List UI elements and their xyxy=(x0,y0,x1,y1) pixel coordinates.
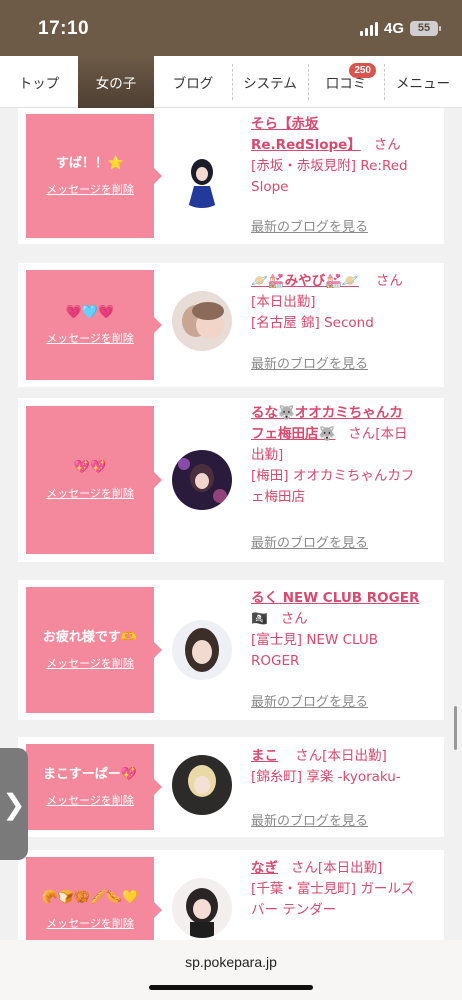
nav-blog[interactable]: ブログ xyxy=(154,56,232,108)
shop-info: [梅田] オオカミちゃんカフ xyxy=(251,468,415,484)
avatar[interactable] xyxy=(172,148,232,208)
latest-blog-link[interactable]: 最新のブログを見る xyxy=(251,532,368,551)
latest-blog-link[interactable]: 最新のブログを見る xyxy=(251,810,368,829)
list-item: 💖💖 メッセージを削除 るな🐺オオカミちゃんカ フェ梅田店🐺 さん[本日 出勤]… xyxy=(18,398,444,562)
message-text: 💗🩵💗 xyxy=(65,305,115,320)
nav-girls[interactable]: 女の子 xyxy=(78,56,154,108)
shop-info: [名古屋 錦] Second xyxy=(251,315,374,331)
nav-label: ブログ xyxy=(172,76,214,92)
nav-system[interactable]: システム xyxy=(232,56,308,108)
girl-name[interactable]: るく NEW CLUB ROGER xyxy=(251,590,419,606)
side-drawer-handle[interactable]: ❯ xyxy=(0,748,28,860)
honorific: さん xyxy=(373,137,401,153)
nav-reviews[interactable]: 口コミ 250 xyxy=(308,56,384,108)
top-nav: トップ 女の子 ブログ システム 口コミ 250 メニュー xyxy=(0,56,462,108)
list-item: 🥐🍞🥨🥖🌭💛 メッセージを削除 なぎ さん[本日出勤] [千葉・富士見町] ガー… xyxy=(18,850,444,940)
status-bar: 17:10 4G 55 xyxy=(0,0,462,56)
honorific: さん xyxy=(295,748,323,764)
girl-name-cont[interactable]: フェ梅田店🐺 xyxy=(251,426,335,442)
shop-info: [赤坂・赤坂見附] Re:Red xyxy=(251,158,408,174)
chevron-right-icon: ❯ xyxy=(2,787,26,821)
delete-message-link[interactable]: メッセージを削除 xyxy=(46,485,134,501)
nav-top[interactable]: トップ xyxy=(0,56,78,108)
honorific: さん xyxy=(348,426,376,442)
message-text: まこすーぱー💖 xyxy=(43,767,137,782)
avatar[interactable] xyxy=(172,755,232,815)
nav-label: メニュー xyxy=(396,76,450,92)
honorific: さん xyxy=(280,611,308,627)
message-text: 💖💖 xyxy=(73,460,107,475)
list-item: すば！！⭐ メッセージを削除 そら【赤坂 Re.RedSlope】 さん [赤坂… xyxy=(18,108,444,244)
shop-info-cont: Slope xyxy=(251,179,289,195)
message-list: すば！！⭐ メッセージを削除 そら【赤坂 Re.RedSlope】 さん [赤坂… xyxy=(0,108,462,940)
attendance-status-cont: 出勤] xyxy=(251,447,284,463)
message-text: お疲れ様です🫶 xyxy=(42,630,138,645)
avatar[interactable] xyxy=(172,291,232,351)
list-item: お疲れ様です🫶 メッセージを削除 るく NEW CLUB ROGER 🏴‍☠️ … xyxy=(18,580,444,720)
review-count-badge: 250 xyxy=(349,63,376,78)
shop-info-cont: ェ梅田店 xyxy=(251,489,305,505)
message-bubble: まこすーぱー💖 メッセージを削除 xyxy=(26,744,162,830)
latest-blog-link[interactable]: 最新のブログを見る xyxy=(251,691,368,710)
shop-info-cont: ROGER xyxy=(251,653,300,669)
status-time: 17:10 xyxy=(38,18,90,39)
home-indicator xyxy=(149,985,313,990)
attendance-status: [本日出勤] xyxy=(251,294,316,310)
message-text: 🥐🍞🥨🥖🌭💛 xyxy=(41,890,139,905)
nav-label: 女の子 xyxy=(95,76,137,92)
message-bubble: 💖💖 メッセージを削除 xyxy=(26,406,162,554)
girl-name[interactable]: そら【赤坂 xyxy=(251,116,319,132)
battery-icon: 55 xyxy=(410,21,441,36)
network-label: 4G xyxy=(383,20,404,37)
girl-name[interactable]: まこ xyxy=(251,748,278,764)
signal-icon xyxy=(359,21,378,36)
message-bubble: 🥐🍞🥨🥖🌭💛 メッセージを削除 xyxy=(26,857,162,940)
girl-name[interactable]: るな🐺オオカミちゃんカ xyxy=(251,405,403,421)
nav-label: システム xyxy=(243,76,297,92)
attendance-status: [本日出勤] xyxy=(322,748,387,764)
avatar[interactable] xyxy=(172,878,232,938)
flag-icon: 🏴‍☠️ xyxy=(251,611,268,627)
shop-info: [千葉・富士見町] ガールズ xyxy=(251,881,415,897)
delete-message-link[interactable]: メッセージを削除 xyxy=(46,792,134,808)
latest-blog-link[interactable]: 最新のブログを見る xyxy=(251,353,368,372)
avatar[interactable] xyxy=(172,450,232,510)
status-indicators: 4G 55 xyxy=(359,20,441,37)
honorific: さん xyxy=(290,860,318,876)
attendance-status: [本日 xyxy=(375,426,408,442)
list-item: まこすーぱー💖 メッセージを削除 まこ さん[本日出勤] [錦糸町] 享楽 -k… xyxy=(18,737,444,837)
message-bubble: 💗🩵💗 メッセージを削除 xyxy=(26,270,162,380)
nav-label: トップ xyxy=(18,76,60,92)
message-text: すば！！⭐ xyxy=(55,156,125,171)
nav-menu[interactable]: メニュー xyxy=(384,56,462,108)
shop-info-cont: バー テンダー xyxy=(251,902,337,918)
message-bubble: お疲れ様です🫶 メッセージを削除 xyxy=(26,587,162,713)
delete-message-link[interactable]: メッセージを削除 xyxy=(46,181,134,197)
girl-name[interactable]: 🪐💒みやび💒🪐 xyxy=(251,273,359,289)
scrollbar[interactable] xyxy=(454,706,457,750)
delete-message-link[interactable]: メッセージを削除 xyxy=(46,915,134,931)
browser-url-bar[interactable]: sp.pokepara.jp xyxy=(0,940,462,1000)
attendance-status: [本日出勤] xyxy=(317,860,383,876)
delete-message-link[interactable]: メッセージを削除 xyxy=(46,330,134,346)
shop-info: [錦糸町] 享楽 -kyoraku- xyxy=(251,769,401,785)
latest-blog-link[interactable]: 最新のブログを見る xyxy=(251,216,368,235)
avatar[interactable] xyxy=(172,620,232,680)
list-item: 💗🩵💗 メッセージを削除 🪐💒みやび💒🪐 さん [本日出勤] [名古屋 錦] S… xyxy=(18,263,444,387)
shop-info: [富士見] NEW CLUB xyxy=(251,632,379,648)
honorific: さん xyxy=(375,273,403,289)
delete-message-link[interactable]: メッセージを削除 xyxy=(46,655,134,671)
girl-name[interactable]: なぎ xyxy=(251,860,278,876)
message-bubble: すば！！⭐ メッセージを削除 xyxy=(26,114,162,238)
girl-name-cont[interactable]: Re.RedSlope】 xyxy=(251,137,361,153)
url-text: sp.pokepara.jp xyxy=(185,954,277,970)
